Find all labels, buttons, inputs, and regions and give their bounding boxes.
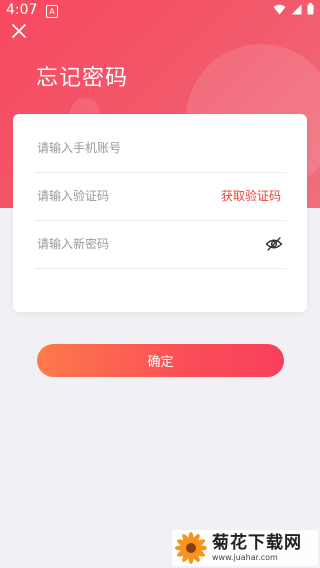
code-row: 获取验证码 xyxy=(35,172,287,221)
status-icons xyxy=(273,3,314,15)
watermark: 菊花下载网 www.juahar.com xyxy=(172,530,318,566)
watermark-text: 菊花下载网 www.juahar.com xyxy=(212,532,302,562)
battery-icon xyxy=(307,3,314,15)
watermark-url: www.juahar.com xyxy=(212,552,278,562)
watermark-name: 菊花下载网 xyxy=(212,532,302,553)
code-input[interactable] xyxy=(35,188,199,204)
form-card: 获取验证码 xyxy=(13,114,307,312)
get-code-button[interactable]: 获取验证码 xyxy=(221,187,281,204)
status-time: 4:07 xyxy=(6,2,38,18)
page-title: 忘记密码 xyxy=(36,66,129,91)
phone-input[interactable] xyxy=(35,140,199,156)
password-row xyxy=(35,220,287,269)
eye-off-icon[interactable] xyxy=(265,235,283,253)
status-bar: 4:07 A xyxy=(0,0,320,22)
confirm-button[interactable]: 确定 xyxy=(37,344,284,377)
phone-row xyxy=(35,124,287,173)
notification-icon: A xyxy=(46,5,58,18)
flower-logo-icon xyxy=(175,532,207,564)
wifi-icon xyxy=(273,4,286,14)
password-input[interactable] xyxy=(35,236,199,252)
close-icon[interactable] xyxy=(10,22,28,40)
signal-icon xyxy=(291,4,302,14)
